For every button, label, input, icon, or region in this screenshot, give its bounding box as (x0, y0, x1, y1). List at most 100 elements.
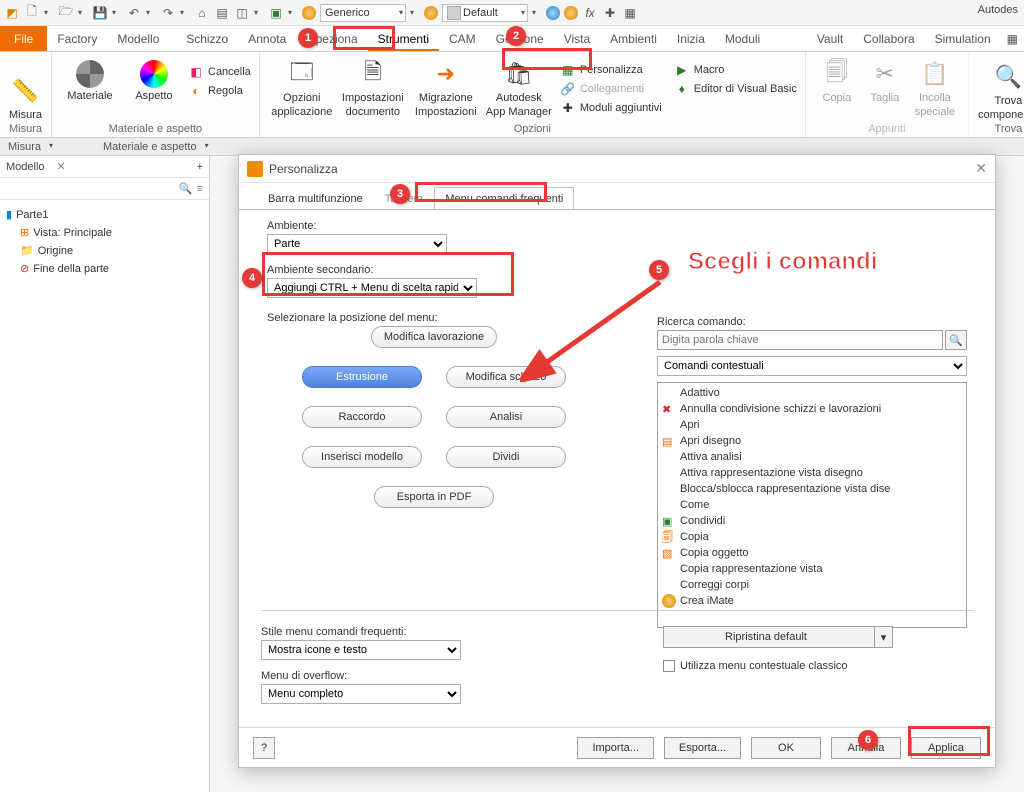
appearance-combo[interactable]: Default (442, 4, 528, 22)
tab-ambienti[interactable]: Ambienti (600, 26, 667, 51)
tab-strumenti[interactable]: Strumenti (368, 26, 439, 51)
cancella-button[interactable]: ◧Cancella (188, 64, 251, 80)
list-item: ✖Annulla condivisione schizzi e lavorazi… (662, 401, 962, 417)
tab-modello[interactable]: Modello 3D (107, 26, 176, 51)
command-search-input[interactable] (657, 330, 943, 350)
doc-icon[interactable]: ▤ (214, 5, 230, 21)
classic-menu-checkbox[interactable]: Utilizza menu contestuale classico (663, 660, 848, 672)
importa-button[interactable]: Importa... (577, 737, 653, 759)
tree-item-part[interactable]: ▮Parte1 (6, 206, 203, 224)
ambiente2-select[interactable]: Aggiungi CTRL + Menu di scelta rapida (267, 278, 477, 298)
plus-icon[interactable]: ✚ (602, 5, 618, 21)
personalizza-button[interactable]: ▦Personalizza (560, 62, 662, 78)
callout-badge-2: 2 (506, 26, 526, 46)
tab-factory[interactable]: Factory (47, 26, 107, 51)
list-item: Attiva rappresentazione vista disegno (662, 465, 962, 481)
app-brand: Autodes (978, 4, 1018, 16)
esporta-button[interactable]: Esporta... (664, 737, 741, 759)
macro-button[interactable]: ▶Macro (674, 62, 797, 78)
tab-schizzo[interactable]: Schizzo (176, 26, 238, 51)
regola-button[interactable]: ◐Regola (188, 83, 251, 99)
fx-icon[interactable]: fx (582, 5, 598, 21)
home-icon[interactable]: ⌂ (194, 5, 210, 21)
trova-button[interactable]: 🔍Trovacomponente (971, 61, 1024, 121)
pill-analisi[interactable]: Analisi (446, 406, 566, 428)
tab-simulation[interactable]: Simulation (925, 26, 1001, 51)
stile-select[interactable]: Mostra icone e testo (261, 640, 461, 660)
tab-moduli[interactable]: Moduli aggiuntivi (715, 26, 807, 51)
search-icon: 🔍 (992, 61, 1024, 93)
sphere-icon[interactable] (424, 6, 438, 20)
app-manager-button[interactable]: 🛍AutodeskApp Manager (484, 58, 554, 118)
dialog-close-button[interactable]: ✕ (975, 160, 987, 177)
undo-icon[interactable]: ↶ (126, 5, 142, 21)
applica-button[interactable]: Applica (911, 737, 981, 759)
tab-inizia[interactable]: Inizia (667, 26, 715, 51)
dialog-tab-barra[interactable]: Barra multifunzione (257, 187, 374, 210)
sphere2-icon[interactable] (546, 6, 560, 20)
impostazioni-doc-button[interactable]: 🗎Impostazionidocumento (338, 58, 408, 118)
tree-search-icon[interactable]: 🔍 (179, 182, 193, 195)
tab-annota[interactable]: Annota (238, 26, 296, 51)
ricerca-label: Ricerca comando: (657, 316, 967, 328)
copia-button: 🗐Copia (814, 58, 860, 104)
menu-position-area: Modifica lavorazione Estrusione Modifica… (319, 326, 549, 508)
tab-collabora[interactable]: Collabora (853, 26, 924, 51)
pill-esporta-pdf[interactable]: Esporta in PDF (374, 486, 494, 508)
callout-badge-6: 6 (858, 730, 878, 750)
tree-item-vista[interactable]: ⊞Vista: Principale (6, 224, 203, 242)
migrazione-button[interactable]: ➜MigrazioneImpostazioni (410, 58, 482, 118)
pill-inserisci[interactable]: Inserisci modello (302, 446, 422, 468)
pill-modifica-lavorazione[interactable]: Modifica lavorazione (371, 326, 497, 348)
misura-button[interactable]: 📏 Misura (0, 75, 56, 121)
pill-modifica-schizzo[interactable]: Modifica schizzo (446, 366, 566, 388)
panel-materiale[interactable]: Materiale e aspetto (95, 141, 211, 153)
new-dropdown[interactable]: ▾ (44, 8, 54, 17)
list-item: 🗐Copia (662, 529, 962, 545)
tab-cam[interactable]: CAM (439, 26, 486, 51)
command-search-button[interactable]: 🔍 (945, 330, 967, 350)
grid-icon[interactable]: ▦ (622, 5, 638, 21)
command-list[interactable]: Adattivo ✖Annulla condivisione schizzi e… (657, 382, 967, 628)
ambiente-label: Ambiente: (267, 220, 973, 232)
save-icon[interactable]: 💾 (92, 5, 108, 21)
open-file-icon[interactable]: 🗁 (58, 5, 74, 21)
vb-editor-button[interactable]: ♦Editor di Visual Basic (674, 81, 797, 97)
new-file-icon[interactable]: 🗋 (24, 5, 40, 21)
ball-icon[interactable] (302, 6, 316, 20)
opzioni-app-button[interactable]: 🗔Opzioniapplicazione (268, 58, 336, 118)
materiale-button[interactable]: Materiale (60, 60, 120, 102)
color-icon[interactable]: ▣ (268, 5, 284, 21)
tree-close-icon[interactable]: ✕ (57, 160, 66, 173)
personalize-icon: ▦ (560, 62, 576, 78)
aspetto-button[interactable]: Aspetto (124, 60, 184, 102)
overflow-select[interactable]: Menu completo (261, 684, 461, 704)
pill-raccordo[interactable]: Raccordo (302, 406, 422, 428)
tab-extra-icon[interactable]: ▦ (1001, 26, 1024, 51)
material-combo[interactable]: Generico (320, 4, 406, 22)
paste-icon: 📋 (919, 58, 951, 90)
model-tree-panel: Modello ✕ + 🔍≡ ▮Parte1 ⊞Vista: Principal… (0, 156, 210, 792)
tab-vault[interactable]: Vault (807, 26, 853, 51)
tree-item-origine[interactable]: 📁Origine (6, 242, 203, 260)
ripristina-button[interactable]: Ripristina default▾ (663, 626, 893, 648)
ok-button[interactable]: OK (751, 737, 821, 759)
sphere3-icon[interactable] (564, 6, 578, 20)
help-button[interactable]: ? (253, 737, 275, 759)
pill-estrusione[interactable]: Estrusione (302, 366, 422, 388)
tab-vista[interactable]: Vista (554, 26, 600, 51)
command-filter-select[interactable]: Comandi contestuali (657, 356, 967, 376)
migrate-icon: ➜ (430, 58, 462, 90)
tree-item-fine[interactable]: ⊘Fine della parte (6, 260, 203, 278)
collegamenti-button[interactable]: 🔗Collegamenti (560, 81, 662, 97)
ambiente-select[interactable]: Parte (267, 234, 447, 254)
tree-add-button[interactable]: + (197, 161, 203, 173)
moduli-agg-button[interactable]: ✚Moduli aggiuntivi (560, 100, 662, 116)
cube-icon[interactable]: ◫ (234, 5, 250, 21)
redo-icon[interactable]: ↷ (160, 5, 176, 21)
doc-settings-icon: 🗎 (357, 58, 389, 90)
dialog-tab-menu[interactable]: Menu comandi frequenti (434, 187, 574, 210)
tab-file[interactable]: File (0, 26, 47, 51)
pill-dividi[interactable]: Dividi (446, 446, 566, 468)
panel-misura[interactable]: Misura (0, 141, 55, 153)
